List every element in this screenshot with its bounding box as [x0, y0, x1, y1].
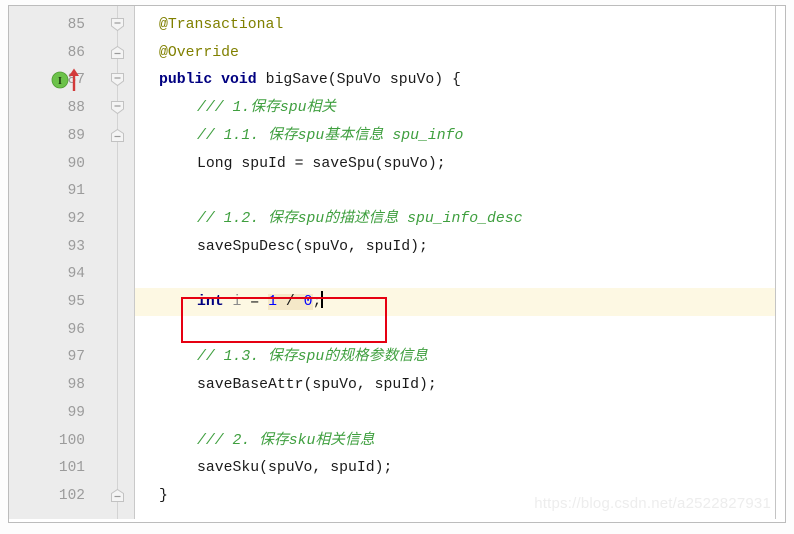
line-number-99[interactable]: 99 [9, 399, 85, 427]
code-line-text[interactable]: int i = 1 / 0; [197, 288, 323, 316]
code-token: Long spuId = saveSpu(spuVo); [197, 156, 446, 172]
code-line-text[interactable]: // 1.1. 保存spu基本信息 spu_info [197, 122, 463, 150]
line-number-90[interactable]: 90 [9, 150, 85, 178]
code-line-text[interactable]: /// 2. 保存sku相关信息 [197, 427, 375, 455]
code-token [224, 294, 233, 310]
code-line-text[interactable]: // 1.2. 保存spu的描述信息 spu_info_desc [197, 205, 523, 233]
fold-toggle-icon[interactable] [110, 17, 125, 32]
svg-text:I: I [58, 76, 62, 87]
code-token: void [221, 72, 257, 88]
line-number-92[interactable]: 92 [9, 205, 85, 233]
line-number-95[interactable]: 95 [9, 288, 85, 316]
line-number-102[interactable]: 102 [9, 482, 85, 510]
line-number-86[interactable]: 86 [9, 39, 85, 67]
code-token: } [159, 488, 168, 504]
code-line-text[interactable]: saveSpuDesc(spuVo, spuId); [197, 233, 428, 261]
text-caret [321, 291, 323, 308]
code-line-text[interactable]: } [159, 482, 168, 510]
fold-toggle-icon[interactable] [110, 128, 125, 143]
fold-toggle-icon[interactable] [110, 45, 125, 60]
watermark-text: https://blog.csdn.net/a2522827931 [534, 495, 771, 512]
code-token: 1 [268, 294, 277, 310]
code-token: / [286, 294, 295, 310]
code-line-text[interactable]: public void bigSave(SpuVo spuVo) { [159, 66, 461, 94]
code-token: // 1.2. 保存spu的描述信息 spu_info_desc [197, 211, 523, 227]
code-token: @Transactional [159, 17, 283, 33]
fold-toggle-icon[interactable] [110, 72, 125, 87]
code-token: /// 1.保存spu相关 [197, 100, 336, 116]
fold-toggle-icon[interactable] [110, 488, 125, 503]
code-line-text[interactable]: Long spuId = saveSpu(spuVo); [197, 150, 446, 178]
code-line-text[interactable]: @Override [159, 39, 239, 67]
code-line-text[interactable]: saveSku(spuVo, spuId); [197, 454, 392, 482]
code-line-text[interactable]: // 1.3. 保存spu的规格参数信息 [197, 343, 428, 371]
vertical-scrollbar[interactable] [775, 6, 785, 522]
line-number-96[interactable]: 96 [9, 316, 85, 344]
line-number-98[interactable]: 98 [9, 371, 85, 399]
line-number-85[interactable]: 85 [9, 11, 85, 39]
code-token: int [197, 294, 224, 310]
code-line-text[interactable]: @Transactional [159, 11, 283, 39]
code-token: /// 2. 保存sku相关信息 [197, 433, 375, 449]
code-token: saveSku(spuVo, spuId); [197, 460, 392, 476]
line-number-100[interactable]: 100 [9, 427, 85, 455]
code-token: saveSpuDesc(spuVo, spuId); [197, 239, 428, 255]
line-number-97[interactable]: 97 [9, 343, 85, 371]
line-number-101[interactable]: 101 [9, 454, 85, 482]
code-token: ; [313, 294, 322, 310]
code-token: 0 [304, 294, 313, 310]
line-number-94[interactable]: 94 [9, 260, 85, 288]
code-token: bigSave(SpuVo spuVo) { [257, 72, 461, 88]
code-token [212, 72, 221, 88]
code-line-text[interactable]: /// 1.保存spu相关 [197, 94, 336, 122]
line-number-91[interactable]: 91 [9, 177, 85, 205]
implementing-method-marker-icon[interactable]: I [51, 67, 85, 93]
line-number-88[interactable]: 88 [9, 94, 85, 122]
code-line-text[interactable]: saveBaseAttr(spuVo, spuId); [197, 371, 437, 399]
screenshot-root: 85@Transactional86@Override87Ipublic voi… [0, 0, 794, 534]
code-token: // 1.3. 保存spu的规格参数信息 [197, 349, 428, 365]
code-token: // 1.1. 保存spu基本信息 spu_info [197, 128, 463, 144]
line-number-89[interactable]: 89 [9, 122, 85, 150]
code-token: @Override [159, 45, 239, 61]
line-number-93[interactable]: 93 [9, 233, 85, 261]
code-editor-window[interactable]: 85@Transactional86@Override87Ipublic voi… [8, 5, 786, 523]
bottom-edge-fade [9, 519, 785, 522]
code-token: = [241, 294, 268, 310]
fold-toggle-icon[interactable] [110, 100, 125, 115]
code-token: saveBaseAttr(spuVo, spuId); [197, 377, 437, 393]
code-token [277, 294, 286, 310]
code-token [295, 294, 304, 310]
code-token: public [159, 72, 212, 88]
